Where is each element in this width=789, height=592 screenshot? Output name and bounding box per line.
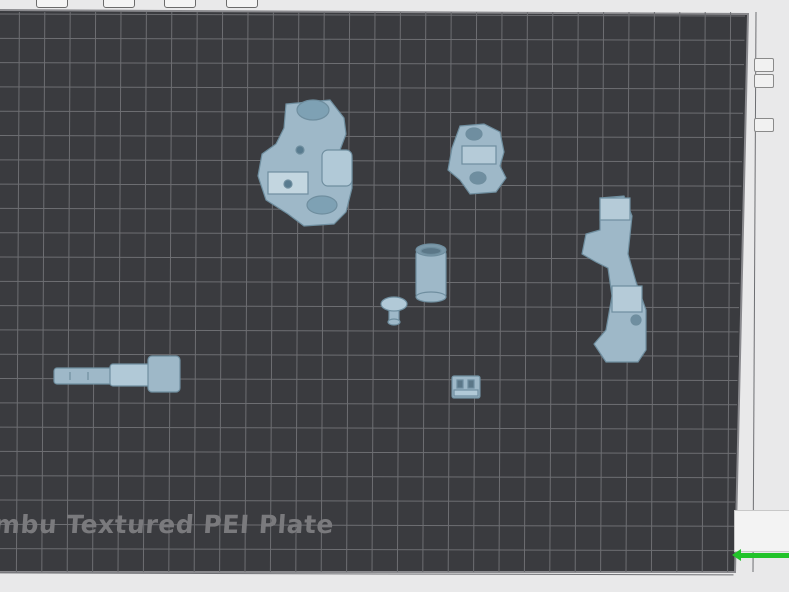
x-axis-indicator: [738, 553, 789, 558]
top-toolbar: [0, 0, 300, 10]
view-icon[interactable]: [36, 0, 68, 8]
layer-icon[interactable]: [226, 0, 258, 8]
cylinder-part[interactable]: [415, 243, 447, 303]
plate-type-label: mbu Textured PEI Plate: [0, 510, 335, 539]
orient-icon[interactable]: [164, 0, 196, 8]
arrange-icon[interactable]: [103, 0, 135, 8]
camera-icon[interactable]: [754, 118, 774, 132]
3d-viewport[interactable]: mbu Textured PEI Plate: [0, 0, 789, 592]
fit-icon[interactable]: [754, 74, 774, 88]
clip-part[interactable]: [451, 375, 481, 399]
view-controls: [750, 58, 780, 158]
x-axis-arrow-icon: [732, 549, 741, 561]
navigation-cube[interactable]: [734, 510, 789, 552]
zoom-icon[interactable]: [754, 58, 774, 72]
build-plate-scene[interactable]: [0, 0, 789, 592]
grid-line: [0, 572, 734, 576]
